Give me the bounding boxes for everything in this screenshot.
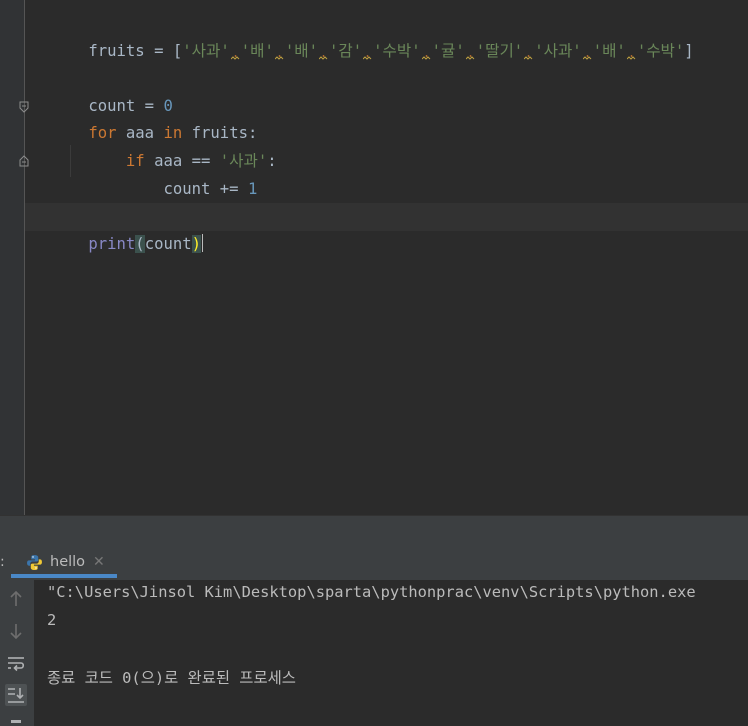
print-arg: count (144, 234, 192, 253)
editor-gutter (0, 0, 29, 515)
code-line-6[interactable]: count += 1 (32, 148, 748, 198)
paren-close: ) (191, 234, 202, 253)
code-area[interactable]: fruits = ['사과' '배' '배' '감' '수박' '귤' '딸기' '사과' '배… (25, 10, 748, 253)
run-console[interactable]: "C:\Users\Jinsol Kim\Desktop\sparta\pyth… (34, 580, 748, 726)
soft-wrap-icon[interactable] (5, 652, 27, 674)
down-arrow-icon[interactable] (5, 620, 27, 642)
console-output: 2 (47, 611, 57, 629)
paren-open: ( (135, 234, 145, 253)
code-line-8[interactable]: print(count) (25, 203, 748, 253)
text-caret (202, 233, 204, 252)
run-toolbar (0, 580, 34, 726)
code-editor[interactable]: fruits = ['사과' '배' '배' '감' '수박' '귤' '딸기' '사과' '배… (0, 0, 748, 515)
console-command: "C:\Users\Jinsol Kim\Desktop\sparta\pyth… (47, 583, 696, 601)
close-icon[interactable]: ✕ (93, 554, 105, 570)
code-line-3[interactable]: count = 0 (32, 65, 748, 115)
more-tools-icon[interactable] (11, 720, 21, 723)
code-line-7[interactable] (32, 176, 748, 204)
run-panel-header: : hello ✕ (0, 546, 748, 580)
scroll-to-end-icon[interactable] (5, 684, 27, 706)
fold-open-icon[interactable] (18, 101, 30, 113)
code-line-5[interactable]: if aaa == '사과': (32, 120, 748, 170)
tab-label: hello (50, 554, 86, 570)
console-exit-message: 종료 코드 0(으)로 완료된 프로세스 (47, 669, 296, 687)
up-arrow-icon[interactable] (5, 588, 27, 610)
run-panel-label: : (0, 554, 5, 570)
fold-end-icon[interactable] (18, 155, 30, 167)
python-icon (27, 555, 42, 570)
builtin-print: print (88, 234, 136, 253)
code-line-1[interactable]: fruits = ['사과' '배' '배' '감' '수박' '귤' '딸기' '사과' '배… (32, 10, 748, 60)
panel-splitter[interactable] (0, 515, 748, 547)
code-line-4[interactable]: for aaa in fruits: (32, 93, 748, 142)
active-tab-indicator (11, 574, 117, 578)
code-line-2[interactable] (32, 38, 748, 66)
